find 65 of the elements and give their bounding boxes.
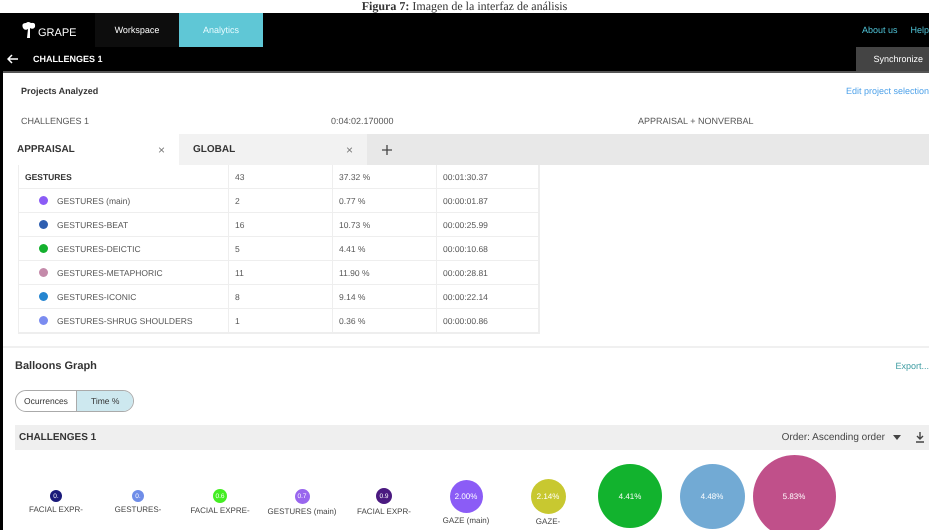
analysis-tab[interactable]: APPRAISAL × — [3, 134, 179, 165]
project-name: CHALLENGES 1 — [21, 116, 90, 126]
balloon-label: GESTURES (main) — [268, 506, 336, 516]
tree-icon — [21, 21, 37, 39]
table-cell: 0.77 % — [333, 189, 437, 212]
table-cell: 4.41 % — [333, 237, 437, 260]
analysis-tab[interactable]: GLOBAL × — [179, 134, 367, 165]
table-cell: 5 — [229, 237, 333, 260]
project-title: CHALLENGES 1 — [33, 54, 103, 64]
synchronize-button[interactable]: Synchronize — [856, 47, 929, 71]
table-cell: 11.90 % — [333, 261, 437, 284]
table-cell: 00:00:00.86 — [437, 309, 539, 332]
section-heading: Balloons Graph — [15, 360, 97, 372]
table-cell: 2 — [229, 189, 333, 212]
download-icon[interactable] — [915, 432, 925, 443]
table-cell: 1 — [229, 309, 333, 332]
back-arrow-icon[interactable] — [7, 54, 19, 64]
table-cell: 00:01:30.37 — [437, 165, 539, 188]
app-logo[interactable]: GRAPE — [3, 13, 95, 47]
table-cell: GESTURES-DEICTIC — [19, 237, 229, 260]
balloon-label: FACIAL EXPRE- — [190, 506, 250, 515]
nav-link[interactable]: About us — [862, 25, 898, 35]
toggle-option[interactable]: Ocurrences — [16, 391, 76, 411]
nav-link[interactable]: Help — [910, 25, 929, 35]
balloon: 4.41% — [598, 464, 662, 528]
balloon-label: GAZE (main) — [442, 516, 490, 524]
figure-caption: Figura 7: Imagen de la interfaz de análisis — [360, 0, 568, 13]
table-cell: 00:00:10.68 — [437, 237, 539, 260]
table-cell: 0.36 % — [333, 309, 437, 332]
table-cell: 43 — [229, 165, 333, 188]
add-icon[interactable] — [381, 144, 393, 156]
table-cell: 37.32 % — [333, 165, 437, 188]
table-cell: 00:00:28.81 — [437, 261, 539, 284]
project-schemes: APPRAISAL + NONVERBAL — [638, 116, 754, 126]
table-cell: 16 — [229, 213, 333, 236]
balloon: 2.14% — [530, 478, 566, 514]
table-cell: GESTURES-SHRUG SHOULDERS — [19, 309, 229, 332]
close-icon[interactable]: × — [346, 142, 353, 156]
table-cell: 00:00:25.99 — [437, 213, 539, 236]
table-cell: 00:00:01.87 — [437, 189, 539, 212]
table-cell: 8 — [229, 285, 333, 308]
table-cell: GESTURES (main) — [19, 189, 229, 212]
table-cell: 00:00:22.14 — [437, 285, 539, 308]
balloon: 5.83% — [752, 454, 836, 530]
nav-tab[interactable]: Workspace — [95, 13, 179, 47]
balloon-label: GAZE- — [536, 516, 560, 526]
section-heading: Projects Analyzed — [21, 86, 98, 96]
balloon: 4.48% — [680, 464, 744, 528]
balloon: 2.00% — [450, 480, 482, 512]
table-cell: GESTURES-BEAT — [19, 213, 229, 236]
caret-icon — [893, 435, 901, 440]
table-cell: 9.14 % — [333, 285, 437, 308]
balloon-label: GESTURES- — [114, 505, 162, 514]
project-duration: 0:04:02.170000 — [331, 116, 395, 126]
chart-project-title: CHALLENGES 1 — [19, 432, 96, 443]
table-cell: 11 — [229, 261, 333, 284]
order-dropdown[interactable]: Order: Ascending order — [782, 432, 901, 443]
balloon-label: FACIAL EXPR- — [29, 505, 83, 514]
balloon-label: FACIAL EXPR- — [357, 507, 411, 516]
close-icon[interactable]: × — [158, 142, 165, 156]
table-cell: GESTURES-ICONIC — [19, 285, 229, 308]
table-cell: GESTURES-METAPHORIC — [19, 261, 229, 284]
table-cell: GESTURES — [19, 165, 229, 188]
table-cell: 10.73 % — [333, 213, 437, 236]
toggle-option[interactable]: Time % — [76, 391, 134, 411]
